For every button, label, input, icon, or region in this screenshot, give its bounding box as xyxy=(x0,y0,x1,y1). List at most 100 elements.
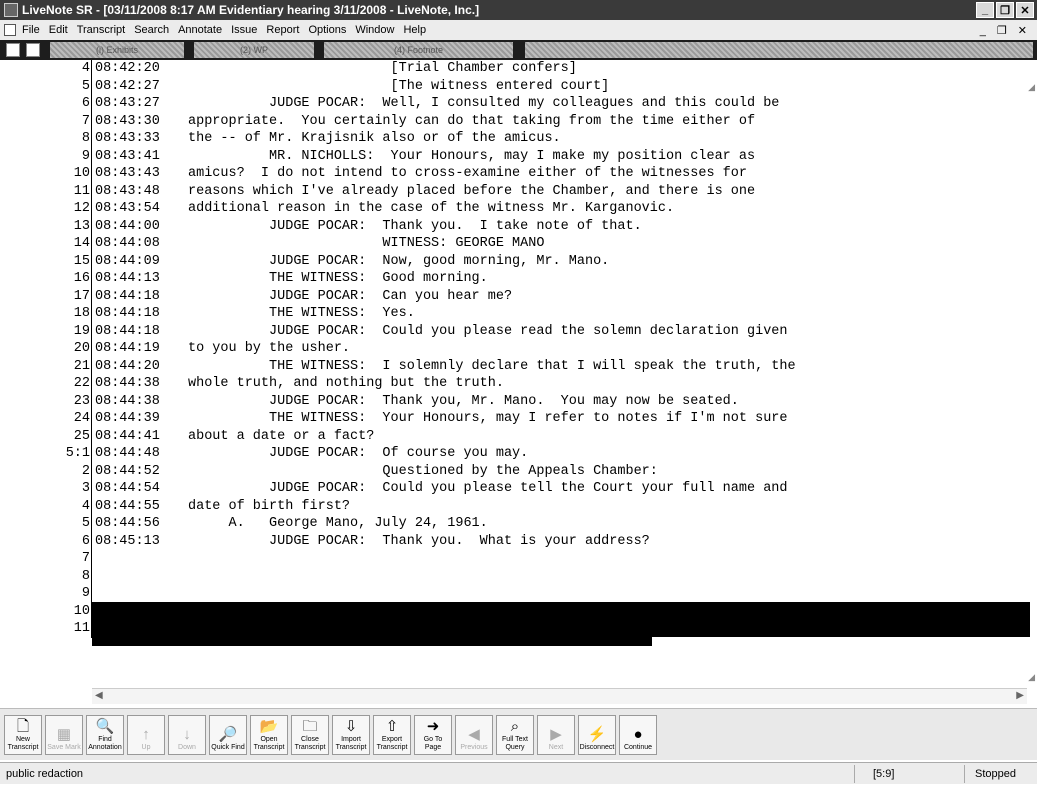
timestamp: 08:44:52 xyxy=(95,463,160,479)
transcript-line[interactable]: 25 08:44:41 about a date or a fact? xyxy=(0,427,1022,445)
transcript-line[interactable]: 5 08:44:56 A. George Mano, July 24, 1961. xyxy=(0,515,1022,533)
line-divider xyxy=(91,585,92,603)
line-divider xyxy=(91,130,92,148)
line-divider xyxy=(91,77,92,95)
window-title: LiveNote SR - [03/11/2008 8:17 AM Eviden… xyxy=(22,3,480,17)
menu-annotate[interactable]: Annotate xyxy=(178,24,222,36)
tab-exhibits[interactable]: (i) Exhibits xyxy=(50,42,185,58)
down-icon: ↓ xyxy=(183,725,191,743)
page-line-number: 5:1 xyxy=(65,446,90,461)
tab-wp[interactable]: (2) WP xyxy=(194,42,315,58)
menu-edit[interactable]: Edit xyxy=(49,24,68,36)
transcript-line-text: about a date or a fact? xyxy=(188,428,375,444)
close-transcript-button[interactable]: 🗀 Close Transcript xyxy=(291,714,329,755)
menu-transcript[interactable]: Transcript xyxy=(77,24,126,36)
status-text: public redaction xyxy=(0,764,855,783)
transcript-line[interactable]: 10 08:43:43 amicus? I do not intend to cro… xyxy=(0,165,1022,183)
transcript-line[interactable]: 9 xyxy=(0,585,1022,603)
menu-report[interactable]: Report xyxy=(266,24,299,36)
save-mark-button[interactable]: ▦ Save Mark xyxy=(45,714,83,755)
timestamp: 08:44:39 xyxy=(95,411,160,426)
issue-tab-strip: (i) Exhibits (2) WP (4) Footnote xyxy=(0,40,1037,60)
horizontal-scrollbar[interactable]: ◀ ▶ xyxy=(92,688,1027,704)
transcript-line[interactable]: 7 xyxy=(0,550,1022,568)
document-icon[interactable] xyxy=(4,24,16,36)
transcript-line[interactable]: 20 08:44:19 to you by the usher. xyxy=(0,340,1022,358)
transcript-line[interactable]: 6 08:45:13 JUDGE POCAR: Thank you. What i… xyxy=(0,532,1022,550)
next-button[interactable]: ▶ Next xyxy=(537,714,575,755)
transcript-line[interactable]: 13 08:44:00 JUDGE POCAR: Thank you. I tak… xyxy=(0,217,1022,235)
mark-icon[interactable] xyxy=(6,43,20,57)
down-button[interactable]: ↓ Down xyxy=(168,714,206,755)
menu-issue[interactable]: Issue xyxy=(231,24,257,36)
menu-file[interactable]: File xyxy=(22,24,40,36)
transcript-line[interactable]: 24 08:44:39 THE WITNESS: Your Honours, ma… xyxy=(0,410,1022,428)
transcript-line-text: Questioned by the Appeals Chamber: xyxy=(188,463,658,479)
transcript-text[interactable]: 4 08:42:20 [Trial Chamber confers] 5 08:42:… xyxy=(0,60,1022,690)
transcript-line[interactable]: 16 08:44:13 THE WITNESS: Good morning. xyxy=(0,270,1022,288)
transcript-line[interactable]: 4 08:44:55 date of birth first? xyxy=(0,497,1022,515)
go-to-page-button[interactable]: ➜ Go To Page xyxy=(414,714,452,755)
menu-search[interactable]: Search xyxy=(134,24,169,36)
transcript-line[interactable]: 12 08:43:54 additional reason in the case … xyxy=(0,200,1022,218)
transcript-line[interactable]: 9 08:43:41 MR. NICHOLLS: Your Honours, ma… xyxy=(0,147,1022,165)
export-transcript-icon: ⇧ xyxy=(385,717,399,735)
transcript-line[interactable]: 2 08:44:52 Questioned by the Appeals Cham… xyxy=(0,462,1022,480)
transcript-line[interactable]: 22 08:44:38 whole truth, and nothing but t… xyxy=(0,375,1022,393)
transcript-line-text: JUDGE POCAR: Thank you. What is your add… xyxy=(188,533,650,549)
transcript-line-text: whole truth, and nothing but the truth. xyxy=(188,376,504,391)
page-line-number: 23 xyxy=(73,393,90,409)
menu-help[interactable]: Help xyxy=(403,24,426,36)
scroll-indicator-icon: ◢ xyxy=(1028,672,1035,682)
quick-find-button[interactable]: 🔎 Quick Find xyxy=(209,714,247,755)
maximize-button[interactable]: ❐ xyxy=(996,2,1014,18)
clipboard-icon[interactable] xyxy=(26,43,40,57)
timestamp: 08:43:48 xyxy=(95,183,160,199)
app-icon[interactable] xyxy=(4,3,18,17)
tab-footnote[interactable]: (4) Footnote xyxy=(324,42,514,58)
scroll-left-icon[interactable]: ◀ xyxy=(95,690,103,701)
find-annotation-button[interactable]: 🔍 Find Annotation xyxy=(86,714,124,755)
transcript-line[interactable]: 8 xyxy=(0,567,1022,585)
continue-button[interactable]: ● Continue xyxy=(619,714,657,755)
timestamp: 08:44:38 xyxy=(95,376,160,391)
transcript-line[interactable]: 11 08:43:48 reasons which I've already pla… xyxy=(0,182,1022,200)
transcript-line[interactable]: 5:1 08:44:48 JUDGE POCAR: Of course you m… xyxy=(0,445,1022,463)
transcript-line-text: THE WITNESS: Good morning. xyxy=(188,271,488,286)
timestamp: 08:44:38 xyxy=(95,393,160,409)
toolbar-button-label: Import Transcript xyxy=(335,735,367,751)
transcript-line[interactable]: 3 08:44:54 JUDGE POCAR: Could you please … xyxy=(0,480,1022,498)
transcript-line[interactable]: 23 08:44:38 JUDGE POCAR: Thank you, Mr. M… xyxy=(0,392,1022,410)
scroll-right-icon[interactable]: ▶ xyxy=(1016,690,1024,701)
transcript-line[interactable]: 15 08:44:09 JUDGE POCAR: Now, good mornin… xyxy=(0,252,1022,270)
line-divider xyxy=(91,445,92,463)
transcript-line[interactable]: 6 08:43:27 JUDGE POCAR: Well, I consulted… xyxy=(0,95,1022,113)
transcript-line[interactable]: 17 08:44:18 JUDGE POCAR: Can you hear me? xyxy=(0,287,1022,305)
disconnect-button[interactable]: ⚡ Disconnect xyxy=(578,714,616,755)
import-transcript-button[interactable]: ⇩ Import Transcript xyxy=(332,714,370,755)
transcript-line[interactable]: 7 08:43:30 appropriate. You certainly can … xyxy=(0,112,1022,130)
timestamp: 08:44:00 xyxy=(95,218,160,234)
timestamp: 08:44:13 xyxy=(95,271,160,286)
minimize-button[interactable]: _ xyxy=(976,2,994,18)
transcript-line[interactable]: 4 08:42:20 [Trial Chamber confers] xyxy=(0,60,1022,78)
status-bar: public redaction [5:9] Stopped xyxy=(0,762,1037,784)
open-transcript-button[interactable]: 📂 Open Transcript xyxy=(250,714,288,755)
up-button[interactable]: ↑ Up xyxy=(127,714,165,755)
close-button[interactable]: ✕ xyxy=(1016,2,1034,18)
transcript-line[interactable]: 8 08:43:33 the -- of Mr. Krajisnik also or… xyxy=(0,130,1022,148)
menu-window[interactable]: Window xyxy=(355,24,394,36)
transcript-line[interactable]: 18 08:44:18 THE WITNESS: Yes. xyxy=(0,305,1022,323)
line-divider xyxy=(91,287,92,305)
export-transcript-button[interactable]: ⇧ Export Transcript xyxy=(373,714,411,755)
transcript-line[interactable]: 21 08:44:20 THE WITNESS: I solemnly decla… xyxy=(0,357,1022,375)
full-text-query-button[interactable]: ⌕ Full Text Query xyxy=(496,714,534,755)
transcript-line[interactable]: 5 08:42:27 [The witness entered court] xyxy=(0,77,1022,95)
previous-button[interactable]: ◀ Previous xyxy=(455,714,493,755)
mdi-child-controls[interactable]: _ ❐ ✕ xyxy=(980,24,1031,37)
menu-options[interactable]: Options xyxy=(308,24,346,36)
transcript-line[interactable]: 19 08:44:18 JUDGE POCAR: Could you please… xyxy=(0,322,1022,340)
new-transcript-button[interactable]: 🗋 New Transcript xyxy=(4,714,42,755)
transcript-viewer[interactable]: 4 08:42:20 [Trial Chamber confers] 5 08:42:… xyxy=(0,60,1037,708)
transcript-line[interactable]: 14 08:44:08 WITNESS: GEORGE MANO xyxy=(0,235,1022,253)
